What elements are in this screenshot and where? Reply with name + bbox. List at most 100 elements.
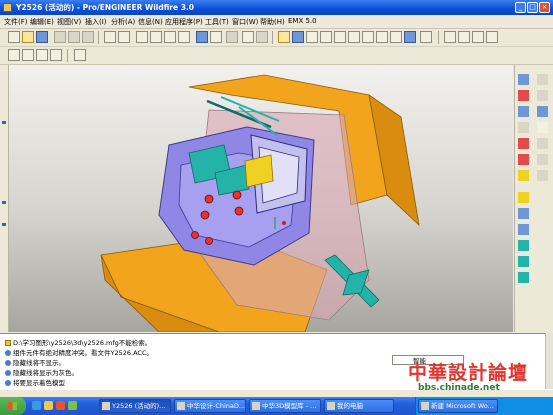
menu-tools[interactable]: 工具(T) — [205, 17, 229, 27]
curve-tool-icon[interactable] — [537, 90, 548, 101]
view-settings-icon[interactable] — [306, 31, 318, 43]
quicklaunch-desktop-icon[interactable] — [68, 401, 77, 410]
minimize-button[interactable]: _ — [515, 2, 526, 13]
bullet-icon — [5, 370, 11, 376]
open-folder-icon[interactable] — [22, 31, 34, 43]
menu-emx[interactable]: EMX 5.0 — [288, 17, 317, 25]
feature-toolbar — [514, 65, 553, 332]
quicklaunch-media-icon[interactable] — [56, 401, 65, 410]
title-bar: Y2526 (活动的) - Pro/ENGINEER Wildfire 3.0 … — [0, 0, 553, 15]
send-mail-icon[interactable] — [68, 31, 80, 43]
workpiece-icon[interactable] — [518, 208, 529, 219]
analysis-tool-icon[interactable] — [518, 122, 529, 133]
shading-icon[interactable] — [486, 31, 498, 43]
menu-view[interactable]: 视图(V) — [57, 17, 81, 27]
model-tree-collapsed-strip[interactable] — [0, 65, 9, 332]
system-tray: 新建 Microsoft Wo... — [415, 397, 553, 415]
menu-help[interactable]: 帮助(H) — [260, 17, 285, 27]
menu-bar: 文件(F) 编辑(E) 视图(V) 插入(I) 分析(A) 信息(N) 应用程序… — [0, 15, 553, 29]
start-button[interactable] — [0, 397, 26, 415]
datum-toolbar — [0, 47, 553, 65]
sketched-point-icon[interactable] — [518, 154, 529, 165]
datum-point-tool-icon[interactable] — [518, 106, 529, 117]
copy-icon[interactable] — [150, 31, 162, 43]
message-line-1: D:\学习图形\y2526\3d\y2526.mfg不能检索。 — [5, 337, 151, 347]
saved-views-icon[interactable] — [376, 31, 388, 43]
quicklaunch-folder-icon[interactable] — [44, 401, 53, 410]
maximize-button[interactable]: □ — [527, 2, 538, 13]
proe-app-icon — [3, 3, 12, 12]
zoom-in-icon[interactable] — [320, 31, 332, 43]
taskbar-item-3d-library[interactable]: 中华3D模型库 - ... — [249, 399, 321, 413]
csys-display-icon[interactable] — [50, 49, 62, 61]
orient-mode-icon[interactable] — [292, 31, 304, 43]
spin-center-icon[interactable] — [278, 31, 290, 43]
volume-split-icon[interactable] — [518, 256, 529, 267]
selection-box-icon[interactable] — [242, 31, 254, 43]
bullet-icon — [5, 380, 11, 386]
regenerate-icon[interactable] — [196, 31, 208, 43]
message-line-3: 隐藏线将不显示。 — [5, 357, 65, 367]
save-icon[interactable] — [36, 31, 48, 43]
zoom-out-icon[interactable] — [334, 31, 346, 43]
new-file-icon[interactable] — [8, 31, 20, 43]
offset-tool-icon[interactable] — [537, 138, 548, 149]
mold-layout-icon[interactable] — [537, 170, 548, 181]
watermark-title: 中華設計論壇 — [408, 362, 529, 384]
regen-manager-icon[interactable] — [210, 31, 222, 43]
context-help-icon[interactable] — [74, 49, 86, 61]
menu-window[interactable]: 窗口(W) — [232, 17, 258, 27]
message-scrollbar[interactable] — [545, 333, 553, 389]
datum-axis-tool-icon[interactable] — [537, 74, 548, 85]
sketch-tool-icon[interactable] — [518, 90, 529, 101]
close-button[interactable]: × — [539, 2, 550, 13]
refpart-icon[interactable] — [518, 192, 529, 203]
hidden-line-icon[interactable] — [458, 31, 470, 43]
point-tool-icon[interactable] — [518, 138, 529, 149]
reorient-icon[interactable] — [362, 31, 374, 43]
annotation-tool-icon[interactable] — [537, 122, 548, 133]
menu-applications[interactable]: 应用程序(P) — [165, 17, 203, 27]
paste-special-icon[interactable] — [178, 31, 190, 43]
menu-file[interactable]: 文件(F) — [4, 17, 28, 27]
layers-icon[interactable] — [404, 31, 416, 43]
datum-point-display-icon[interactable] — [36, 49, 48, 61]
selection-dropdown-icon[interactable] — [256, 31, 268, 43]
mold-opening-icon[interactable] — [518, 272, 529, 283]
taskbar-item-word[interactable]: 新建 Microsoft Wo... — [418, 399, 498, 413]
menu-insert[interactable]: 插入(I) — [85, 17, 107, 27]
shrinkage-icon[interactable] — [518, 224, 529, 235]
taskbar-item-chinade[interactable]: 中华设计-ChinaD... — [174, 399, 246, 413]
datum-plane-display-icon[interactable] — [8, 49, 20, 61]
menu-edit[interactable]: 编辑(E) — [30, 17, 54, 27]
watermark-url: bbs.chinade.net — [418, 383, 500, 393]
component-tool-icon[interactable] — [518, 170, 529, 181]
view-manager-icon[interactable] — [390, 31, 402, 43]
find-icon[interactable] — [226, 31, 238, 43]
mail-icon[interactable] — [82, 31, 94, 43]
menu-analysis[interactable]: 分析(A) — [111, 17, 135, 27]
computer-task-icon — [327, 402, 335, 410]
taskbar-item-proe[interactable]: Y2526 (活动的)... — [99, 399, 171, 413]
cut-icon[interactable] — [136, 31, 148, 43]
parting-surface-icon[interactable] — [518, 240, 529, 251]
graphics-window[interactable] — [9, 65, 513, 332]
datum-plane-tool-icon[interactable] — [518, 74, 529, 85]
message-line-2: 组件元件有绝对精度冲突。看文件Y2526.ACC。 — [5, 347, 153, 357]
quicklaunch-ie-icon[interactable] — [32, 401, 41, 410]
no-hidden-icon[interactable] — [472, 31, 484, 43]
print-icon[interactable] — [54, 31, 66, 43]
wireframe-icon[interactable] — [444, 31, 456, 43]
menu-info[interactable]: 信息(N) — [138, 17, 163, 27]
refit-icon[interactable] — [348, 31, 360, 43]
datum-axis-display-icon[interactable] — [22, 49, 34, 61]
appearance-icon[interactable] — [420, 31, 432, 43]
csys-tool-icon[interactable] — [537, 106, 548, 117]
paste-icon[interactable] — [164, 31, 176, 43]
reference-icon[interactable] — [537, 154, 548, 165]
undo-icon[interactable] — [104, 31, 116, 43]
mold-assembly-model — [100, 74, 420, 332]
warning-icon — [5, 340, 11, 346]
taskbar-item-my-computer[interactable]: 我的电脑 — [324, 399, 394, 413]
redo-icon[interactable] — [118, 31, 130, 43]
